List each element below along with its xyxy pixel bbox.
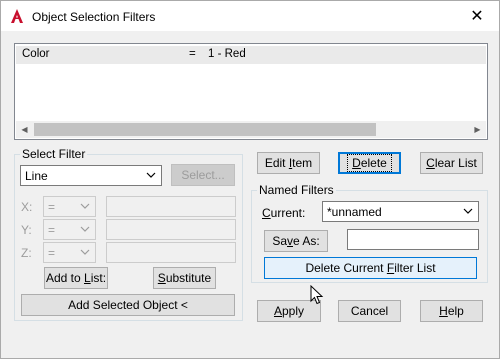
select-filter-label: Select Filter bbox=[20, 147, 88, 161]
scrollbar-thumb[interactable] bbox=[34, 123, 376, 136]
delete-current-filter-list-label: Delete Current Filter List bbox=[305, 261, 436, 275]
y-operator-dropdown[interactable]: = bbox=[43, 219, 96, 240]
filter-type-value: Line bbox=[25, 169, 48, 183]
edit-item-label: Edit Item bbox=[264, 156, 313, 170]
y-label: Y: bbox=[21, 223, 32, 237]
object-selection-filters-dialog: Object Selection Filters ✕ Color = 1 - R… bbox=[0, 0, 500, 359]
filter-operator: = bbox=[189, 48, 196, 60]
cancel-button[interactable]: Cancel bbox=[338, 300, 401, 322]
current-filter-value: *unnamed bbox=[327, 205, 382, 219]
chevron-down-icon bbox=[80, 203, 90, 209]
save-as-button[interactable]: Save As: bbox=[264, 230, 328, 252]
delete-button[interactable]: Delete bbox=[338, 152, 401, 174]
chevron-down-icon bbox=[463, 208, 473, 214]
x-operator-value: = bbox=[48, 200, 56, 214]
filter-type-dropdown[interactable]: Line bbox=[20, 165, 162, 186]
chevron-down-icon bbox=[80, 249, 90, 255]
save-as-label: Save As: bbox=[272, 234, 320, 248]
substitute-button[interactable]: Substitute bbox=[153, 267, 216, 289]
filter-list[interactable]: Color = 1 - Red ◀ ▶ bbox=[14, 43, 488, 140]
help-button[interactable]: Help bbox=[420, 300, 483, 322]
chevron-down-icon bbox=[146, 172, 156, 178]
z-value-field[interactable] bbox=[106, 242, 236, 263]
cancel-label: Cancel bbox=[350, 304, 389, 318]
current-filter-dropdown[interactable]: *unnamed bbox=[322, 201, 479, 222]
x-label: X: bbox=[21, 200, 33, 214]
scroll-left-icon[interactable]: ◀ bbox=[16, 121, 33, 138]
select-button-label: Select... bbox=[181, 168, 225, 182]
z-label: Z: bbox=[21, 246, 32, 260]
clear-list-button[interactable]: Clear List bbox=[420, 152, 483, 174]
help-label: Help bbox=[439, 304, 464, 318]
scroll-right-icon[interactable]: ▶ bbox=[469, 121, 486, 138]
mouse-cursor-icon bbox=[310, 285, 324, 305]
save-as-input[interactable] bbox=[347, 229, 479, 250]
title-bar[interactable]: Object Selection Filters ✕ bbox=[1, 1, 499, 31]
current-label: Current: bbox=[262, 206, 306, 220]
clear-list-label: Clear List bbox=[426, 156, 477, 170]
horizontal-scrollbar[interactable]: ◀ ▶ bbox=[16, 121, 486, 138]
window-title: Object Selection Filters bbox=[32, 10, 156, 24]
named-filters-label: Named Filters bbox=[257, 183, 336, 197]
close-button[interactable]: ✕ bbox=[465, 5, 489, 27]
filter-property: Color bbox=[22, 48, 50, 60]
autocad-app-icon bbox=[11, 9, 23, 23]
chevron-down-icon bbox=[80, 226, 90, 232]
y-operator-value: = bbox=[48, 223, 56, 237]
edit-item-button[interactable]: Edit Item bbox=[257, 152, 320, 174]
filter-value: 1 - Red bbox=[208, 48, 246, 60]
z-operator-dropdown[interactable]: = bbox=[43, 242, 96, 263]
y-value-field[interactable] bbox=[106, 219, 236, 240]
add-selected-object-label: Add Selected Object < bbox=[68, 298, 188, 312]
select-button[interactable]: Select... bbox=[171, 164, 235, 186]
z-operator-value: = bbox=[48, 246, 56, 260]
add-to-list-label: Add to List: bbox=[45, 271, 107, 285]
apply-label: Apply bbox=[273, 304, 305, 318]
x-operator-dropdown[interactable]: = bbox=[43, 196, 96, 217]
add-selected-object-button[interactable]: Add Selected Object < bbox=[21, 294, 235, 316]
close-icon: ✕ bbox=[470, 8, 484, 25]
add-to-list-button[interactable]: Add to List: bbox=[44, 267, 108, 289]
delete-label: Delete bbox=[347, 154, 392, 172]
list-item[interactable]: Color = 1 - Red bbox=[16, 46, 486, 64]
x-value-field[interactable] bbox=[106, 196, 236, 217]
delete-current-filter-list-button[interactable]: Delete Current Filter List bbox=[264, 257, 477, 279]
substitute-label: Substitute bbox=[157, 271, 212, 285]
